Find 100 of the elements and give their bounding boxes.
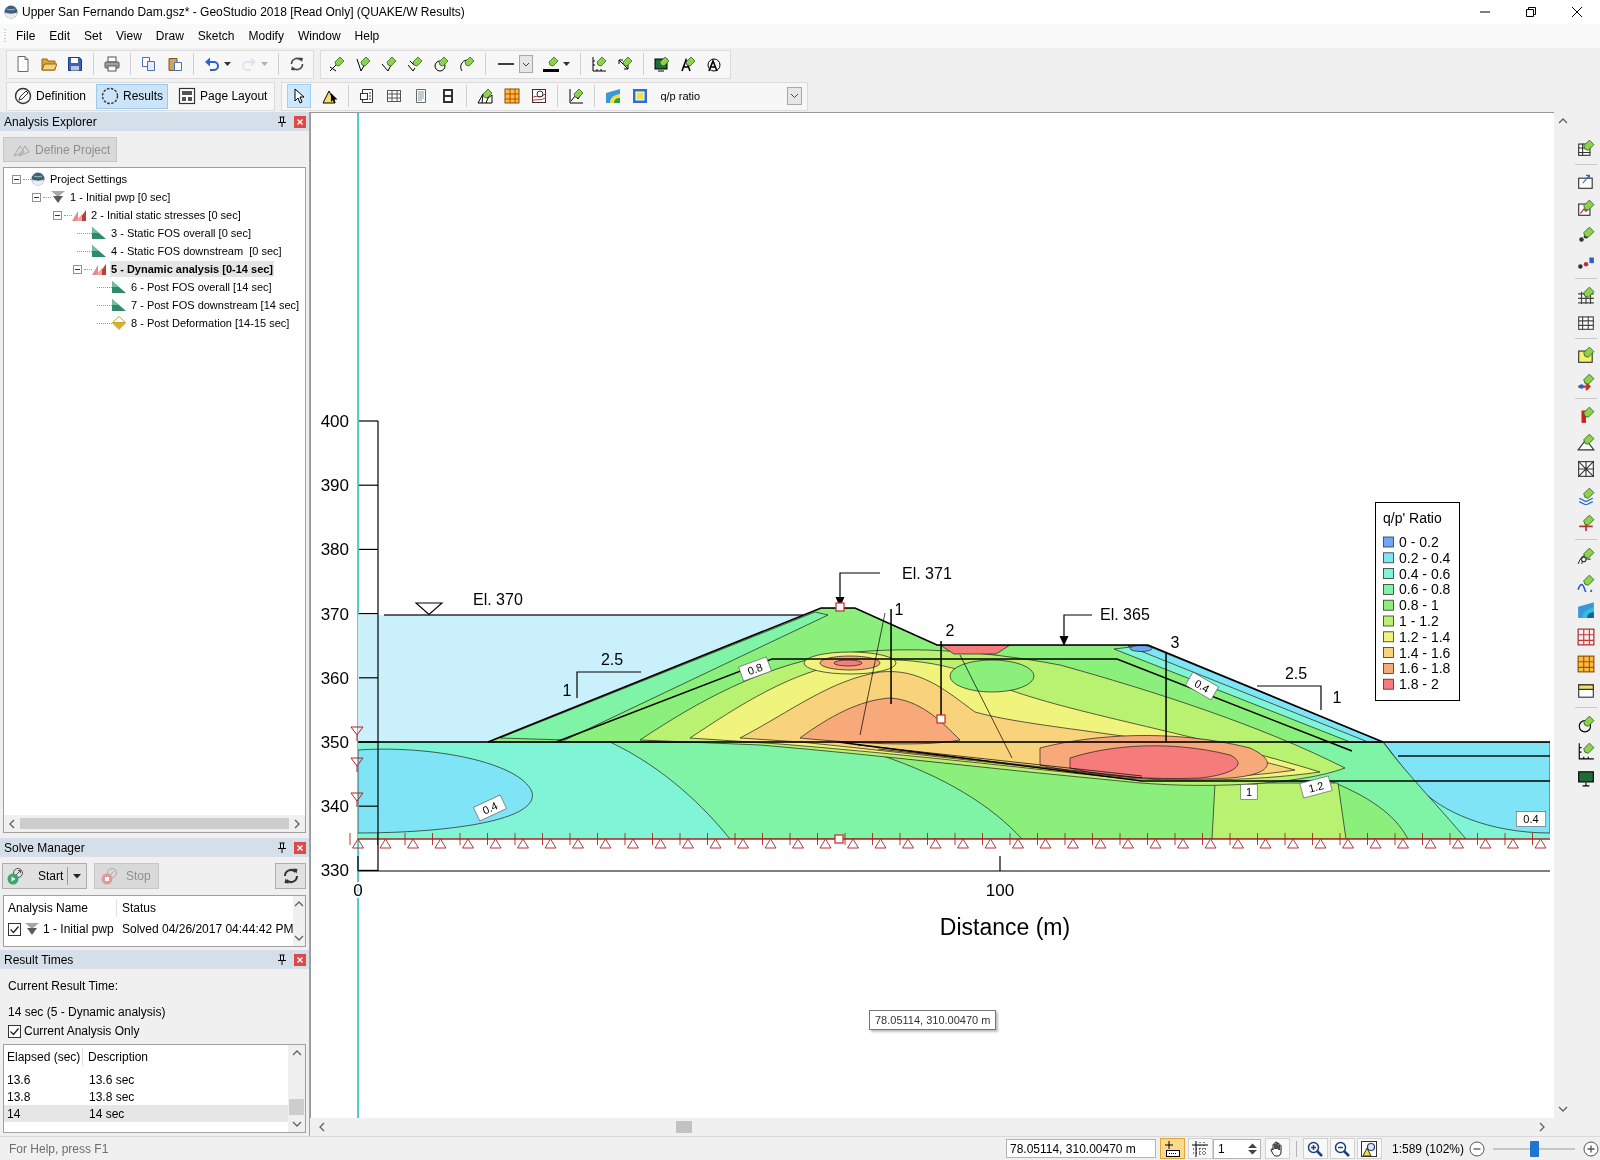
table-icon[interactable] [386,88,403,104]
zoom-slider-thumb[interactable] [1529,1140,1539,1157]
pen-color-icon[interactable] [543,56,559,72]
status-tool-button[interactable] [1302,1138,1328,1159]
panel-pen-icon[interactable] [1577,346,1595,364]
scroll-up-icon[interactable] [294,900,305,908]
scroll-left-icon[interactable] [8,818,16,829]
pen-lines-icon[interactable] [355,56,371,72]
tree-item[interactable]: 6 - Post FOS overall [14 sec] [130,279,273,295]
restore-icon[interactable] [1526,7,1536,17]
grid-map-icon[interactable] [1577,628,1595,646]
tree-item[interactable]: Project Settings [49,171,129,187]
refresh-button[interactable] [275,863,306,889]
scroll-left-icon[interactable] [318,1121,326,1132]
table-row[interactable]: 14 14 sec [4,1105,288,1122]
mode-button[interactable]: Results [96,83,169,109]
grid-pen-icon[interactable] [1577,286,1595,304]
scrollbar-thumb[interactable] [289,1099,304,1115]
status-tool-button[interactable] [1356,1138,1382,1159]
refresh-icon[interactable] [289,56,305,72]
pen-arrows-icon[interactable] [617,56,633,72]
mesh-pen-icon[interactable] [477,88,494,104]
zoom-slider[interactable] [1493,1139,1575,1158]
start-button[interactable]: Start [2,863,87,889]
color-contour-icon[interactable] [1577,601,1595,619]
grid-icon[interactable] [1577,313,1595,331]
cross-pen-icon[interactable] [1577,514,1595,532]
spin-down-icon[interactable] [1247,1149,1257,1155]
column-header[interactable]: Status [117,899,157,917]
status-tool-button[interactable] [1329,1138,1355,1159]
plus-circle-icon[interactable] [1583,1140,1599,1157]
color-scale-icon[interactable] [632,88,649,104]
menu-item[interactable]: Set [77,27,110,45]
table-pen-icon[interactable] [1577,139,1595,157]
vertical-scrollbar[interactable] [288,1045,305,1132]
mode-button[interactable]: Definition [9,83,92,109]
copy-icon[interactable] [141,56,157,72]
menu-item[interactable]: Window [290,27,348,45]
tree-item[interactable]: 4 - Static FOS downstream [0 sec] [110,243,283,259]
tree-item[interactable]: 8 - Post Deformation [14-15 sec] [130,315,291,331]
pen-lines-icon[interactable] [329,56,345,72]
pin-icon[interactable] [276,953,288,966]
color-contour-icon[interactable] [605,88,622,104]
monitor-icon[interactable] [1577,769,1595,787]
scroll-up-icon[interactable] [291,1049,302,1057]
menu-item[interactable]: Sketch [190,27,242,45]
menu-item[interactable]: Draw [148,27,191,45]
collapse-icon[interactable] [53,210,62,220]
scroll-down-icon[interactable] [1557,1105,1568,1113]
pen-circle-icon[interactable] [1577,715,1595,733]
folder-icon[interactable] [41,56,57,72]
spin-up-icon[interactable] [1247,1142,1257,1148]
contour-pen-icon[interactable] [1577,547,1595,565]
tree-item[interactable]: 7 - Post FOS downstream [14 sec] [130,297,301,313]
box-arrow-icon[interactable] [1577,172,1595,190]
pen-axes-icon[interactable] [1577,742,1595,760]
caret-icon[interactable] [224,62,231,66]
scroll-right-icon[interactable] [1538,1121,1546,1132]
chart-pen-icon[interactable] [1577,199,1595,217]
menu-item[interactable]: File [9,27,43,45]
table-row[interactable]: 13.8 13.8 sec [4,1088,288,1105]
triangle-cursor-icon[interactable] [322,88,339,104]
minus-circle-icon[interactable] [1469,1140,1485,1157]
scroll-up-icon[interactable] [1557,117,1568,125]
scrollbar-thumb[interactable] [20,818,289,829]
paste-icon[interactable] [167,56,183,72]
pen-arc-icon[interactable] [459,56,475,72]
mode-button[interactable]: Page Layout [173,83,273,109]
collapse-icon[interactable] [32,192,41,202]
vertical-scrollbar[interactable] [293,896,305,946]
pen-axes-icon[interactable] [591,56,607,72]
column-header[interactable]: Elapsed (sec) [4,1048,83,1066]
menu-item[interactable]: Help [347,27,387,45]
stack-pen-icon[interactable] [1577,487,1595,505]
checkbox[interactable] [8,1024,21,1038]
pin-icon[interactable] [276,841,288,854]
report-icon[interactable] [359,88,376,104]
checkbox-label[interactable]: Current Analysis Only [24,1022,140,1040]
letter-pen-icon[interactable] [680,56,696,72]
grid-map-icon[interactable] [504,88,521,104]
pen-lines-icon[interactable] [381,56,397,72]
monitor-pen-icon[interactable] [654,56,670,72]
pin-icon[interactable] [276,115,288,128]
scroll-down-icon[interactable] [291,1120,302,1128]
table-row[interactable]: 13.6 13.6 sec [4,1071,288,1088]
pen-circle-icon[interactable] [433,56,449,72]
grid-map-icon[interactable] [1577,655,1595,673]
column-header[interactable]: Description [83,1048,149,1066]
menu-item[interactable]: View [109,27,149,45]
status-tool-button[interactable] [1264,1138,1290,1159]
status-tool-button[interactable] [1187,1138,1213,1159]
wave-pen-icon[interactable] [1577,574,1595,592]
horizontal-scrollbar[interactable] [4,815,305,832]
collapse-icon[interactable] [73,264,82,274]
new-document-icon[interactable] [15,56,31,72]
column-header[interactable]: Analysis Name [4,899,117,917]
nodes-pen-icon[interactable] [1577,226,1595,244]
pen-polyline-icon[interactable] [407,56,423,72]
slope-pen-icon[interactable] [1577,433,1595,451]
grid-spacing-field[interactable]: 1 [1212,1138,1261,1159]
